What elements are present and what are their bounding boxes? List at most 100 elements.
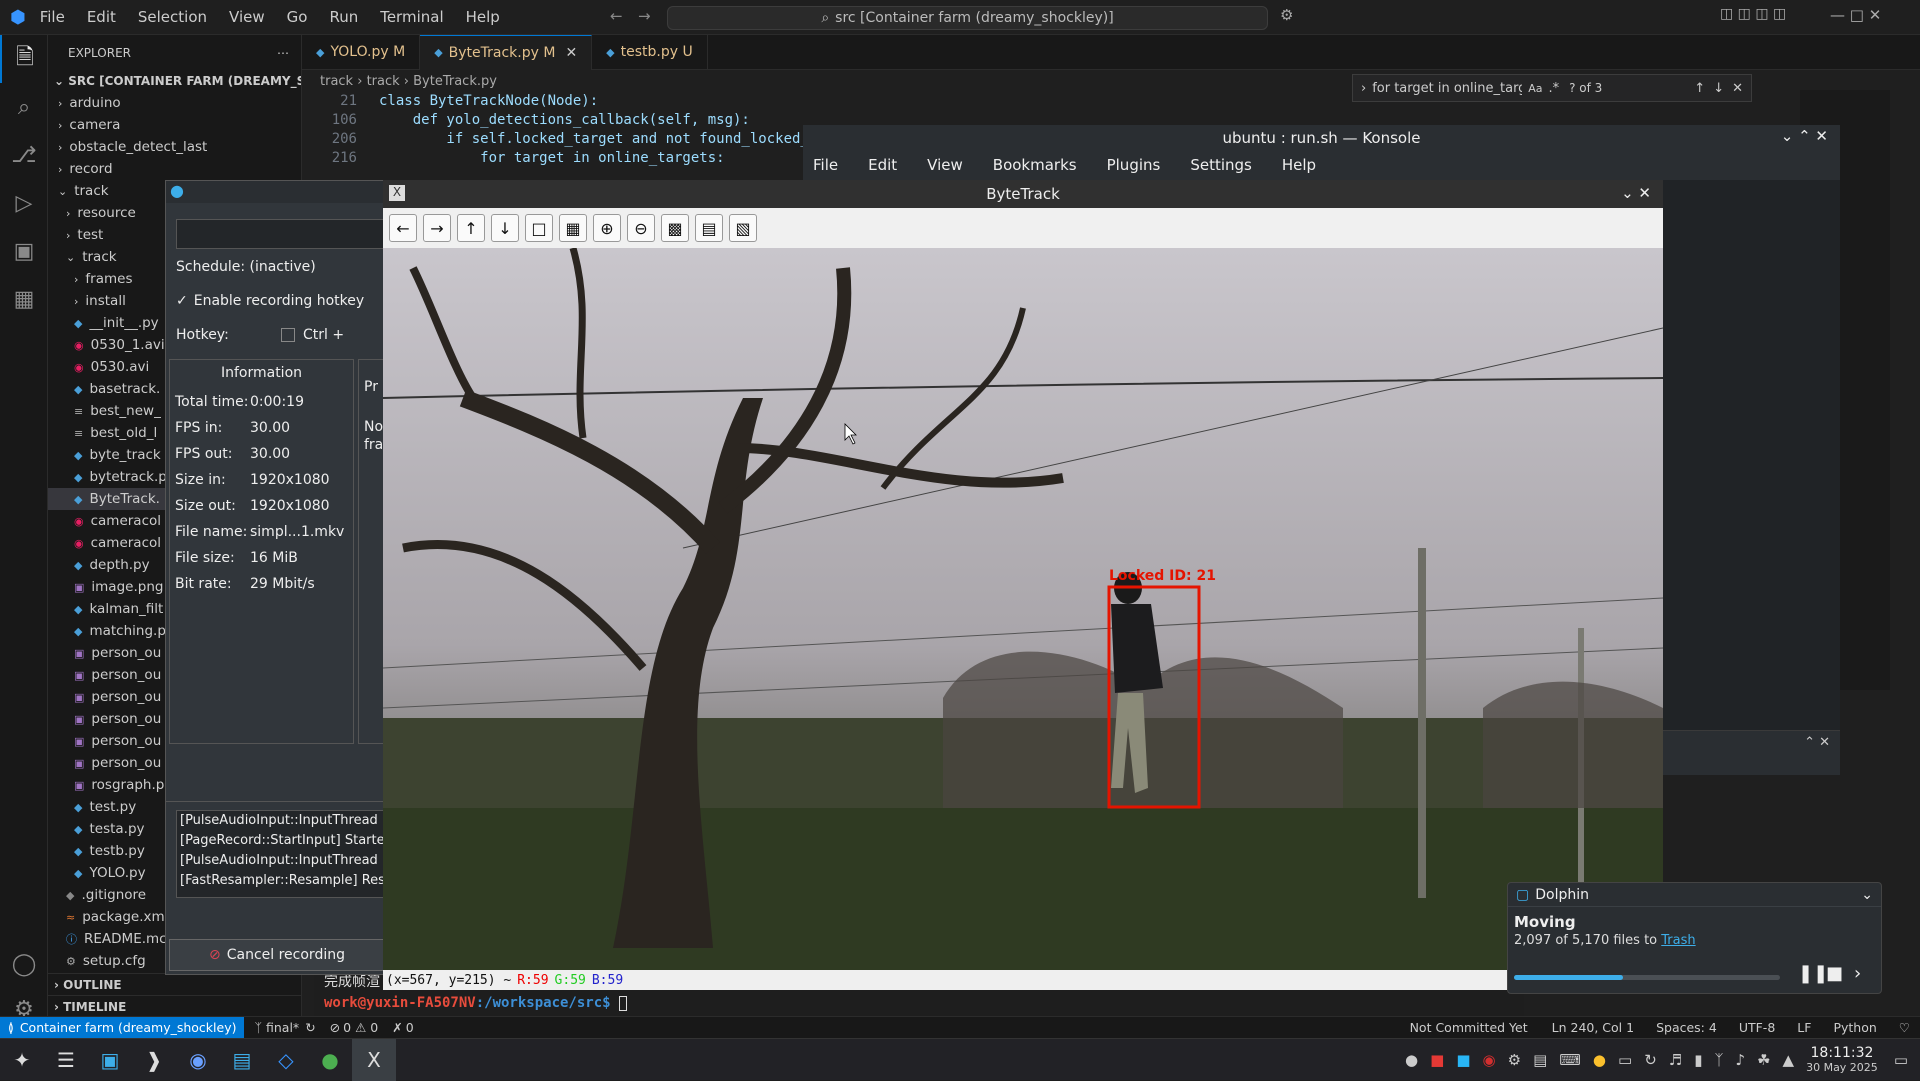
remote-explorer-icon[interactable]: ▣ [0,227,48,275]
git-blame[interactable]: Not Committed Yet [1410,1020,1528,1035]
chrome-icon[interactable]: ◉ [176,1039,220,1081]
save-icon[interactable]: ▩ [661,214,689,242]
command-center[interactable]: ⌕ src [Container farm (dreamy_shockley)] [667,6,1268,30]
konsole-menu-settings[interactable]: Settings [1190,156,1252,174]
app-launcher-icon[interactable]: ✦ [0,1039,44,1081]
tray-app-icon[interactable]: ● [1405,1051,1418,1069]
pause-icon[interactable]: ❚❚ [1798,963,1828,984]
battery-icon[interactable]: ▮ [1694,1051,1702,1069]
find-prev-icon[interactable]: ↑ [1694,81,1705,96]
x11-task-icon[interactable]: X [352,1038,396,1081]
konsole-menu-help[interactable]: Help [1282,156,1316,174]
extensions-icon[interactable]: ▦ [0,275,48,323]
timeline-section[interactable]: › TIMELINE [48,995,302,1017]
menu-view[interactable]: View [229,8,265,26]
cursor-position[interactable]: Ln 240, Col 1 [1552,1020,1634,1035]
find-toggle-icon[interactable]: › [1361,81,1366,96]
sync-icon[interactable]: ↻ [305,1020,315,1035]
zoom-fit-icon[interactable]: ▦ [559,214,587,242]
recorder-text-field[interactable] [176,219,386,249]
indentation[interactable]: Spaces: 4 [1656,1020,1717,1035]
vscode-task-icon[interactable]: ◇ [264,1039,308,1081]
konsole-window-controls-icon[interactable]: ⌄ ⌃ ✕ [1781,127,1828,145]
enable-hotkey-checkbox[interactable]: ✓ Enable recording hotkey [176,293,364,309]
find-next-icon[interactable]: ↓ [1713,81,1724,96]
update-icon[interactable]: ↻ [1644,1051,1657,1069]
explorer-icon[interactable]: 🗎 [0,35,48,83]
tray-red-icon[interactable]: ■ [1430,1051,1444,1069]
panel-controls-icon[interactable]: ⌃ ✕ [1804,735,1830,750]
menu-terminal[interactable]: Terminal [380,8,443,26]
keyboard-icon[interactable]: ⌨ [1559,1051,1581,1069]
run-debug-icon[interactable]: ▷ [0,179,48,227]
bytetrack-window-controls-icon[interactable]: ⌄ ✕ [1621,184,1651,202]
more-actions-icon[interactable]: ⋯ [277,46,289,60]
pan-down-icon[interactable]: ↓ [491,214,519,242]
tab-close-icon[interactable]: ✕ [565,45,577,61]
menu-edit[interactable]: Edit [87,8,116,26]
tray-steam-icon[interactable]: ⚙ [1508,1051,1521,1069]
zoom-original-icon[interactable]: □ [525,214,553,242]
account-icon[interactable]: ◯ [0,940,48,988]
layout-icon[interactable]: ◫ ◫ ◫ ◫ [1720,6,1786,22]
pan-left-icon[interactable]: ← [389,214,417,242]
ports-count[interactable]: 0 [406,1020,414,1035]
task-manager-icon[interactable]: ☰ [44,1039,88,1081]
camera-frame[interactable]: Locked ID: 21 [383,248,1663,970]
pan-up-icon[interactable]: ↑ [457,214,485,242]
konsole-menu-plugins[interactable]: Plugins [1107,156,1161,174]
konsole-menu-edit[interactable]: Edit [868,156,897,174]
clipboard-icon[interactable]: ▤ [1533,1051,1547,1069]
bluetooth-icon[interactable]: ᛉ [1714,1051,1723,1069]
tray-yellow-icon[interactable]: ● [1593,1051,1606,1069]
breadcrumb-item[interactable]: track [320,74,353,89]
source-control-icon[interactable]: ⎇ [0,131,48,179]
notifications-bell-icon[interactable]: ♡ [1899,1020,1910,1035]
tray-expand-icon[interactable]: ▲ [1783,1051,1795,1069]
find-close-icon[interactable]: ✕ [1732,81,1743,96]
window-controls-icon[interactable]: — □ ✕ [1830,6,1881,24]
pan-right-icon[interactable]: → [423,214,451,242]
ctrl-checkbox[interactable] [281,328,295,342]
breadcrumb-item[interactable]: track [367,74,400,89]
match-case-icon[interactable]: Aa [1528,82,1542,95]
remote-indicator[interactable]: ≬ Container farm (dreamy_shockley) [0,1016,245,1039]
breadcrumb-item[interactable]: ByteTrack.py [413,74,497,89]
editor-tab[interactable]: ◆ YOLO.py M [302,34,421,70]
konsole-menu-bookmarks[interactable]: Bookmarks [993,156,1077,174]
tree-item[interactable]: › record [48,158,301,180]
menu-run[interactable]: Run [329,8,358,26]
show-desktop-icon[interactable]: ▭ [1894,1051,1908,1069]
editor-tab[interactable]: ◆ ByteTrack.py M ✕ [420,34,593,70]
line-ending[interactable]: LF [1797,1020,1811,1035]
language-mode[interactable]: Python [1833,1020,1876,1035]
menu-go[interactable]: Go [287,8,308,26]
zoom-in-icon[interactable]: ⊕ [593,214,621,242]
stop-icon[interactable]: ■ [1826,963,1843,984]
display-icon[interactable]: ▭ [1618,1051,1632,1069]
menu-file[interactable]: File [40,8,65,26]
cancel-recording-button[interactable]: ⊘ Cancel recording [169,939,385,971]
outline-section[interactable]: › OUTLINE [48,973,302,995]
microphone-icon[interactable]: ♪ [1736,1051,1746,1069]
copilot-icon[interactable]: ⚙ [1280,6,1293,24]
problems-count[interactable]: 0 ⚠ 0 [343,1020,378,1035]
branch-label[interactable]: final* [266,1020,299,1035]
collapse-chevron-icon[interactable]: ⌄ [1861,887,1873,903]
search-view-icon[interactable]: ⌕ [0,83,48,131]
menu-selection[interactable]: Selection [138,8,207,26]
volume-icon[interactable]: ♬ [1669,1051,1682,1069]
trash-link[interactable]: Trash [1661,933,1695,948]
tree-item[interactable]: › camera [48,114,301,136]
editor-tab[interactable]: ◆ testb.py U [592,34,708,70]
details-chevron-icon[interactable]: › [1854,963,1861,984]
properties-icon[interactable]: ▧ [729,214,757,242]
recorder-task-icon[interactable]: ● [308,1039,352,1081]
back-arrow-icon[interactable]: ← [610,7,623,25]
menu-help[interactable]: Help [466,8,500,26]
terminal-app-icon[interactable]: ❱ [132,1039,176,1081]
copy-icon[interactable]: ▤ [695,214,723,242]
konsole-menu-view[interactable]: View [927,156,963,174]
wifi-icon[interactable]: ☘ [1757,1051,1770,1069]
zoom-out-icon[interactable]: ⊖ [627,214,655,242]
